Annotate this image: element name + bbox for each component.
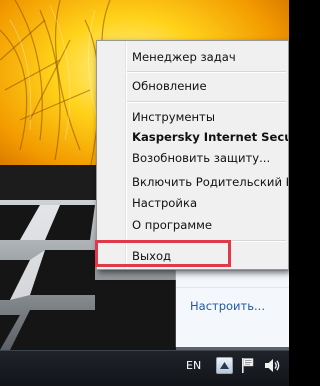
menu-icon-gutter xyxy=(125,41,127,269)
menu-separator xyxy=(127,101,286,103)
menu-separator xyxy=(127,240,286,242)
menu-separator xyxy=(127,71,286,73)
volume-icon[interactable] xyxy=(264,357,281,378)
menu-item-kaspersky-internet-security[interactable]: Kaspersky Internet Security xyxy=(132,127,288,147)
menu-item-tools[interactable]: Инструменты xyxy=(132,107,288,127)
tray-context-menu: Менеджер задач Обновление Инструменты Ka… xyxy=(96,40,289,270)
menu-item-about[interactable]: О программе xyxy=(132,215,288,235)
chevron-up-icon xyxy=(220,362,229,369)
show-hidden-icons-button[interactable] xyxy=(216,357,233,374)
language-indicator[interactable]: EN xyxy=(186,359,201,372)
flyout-divider xyxy=(176,287,289,288)
menu-item-settings[interactable]: Настройка xyxy=(132,193,288,213)
notification-area-flyout: Настроить... xyxy=(176,270,289,347)
menu-item-task-manager[interactable]: Менеджер задач xyxy=(132,47,288,67)
customize-link[interactable]: Настроить... xyxy=(190,299,265,313)
action-center-flag-icon[interactable] xyxy=(241,357,255,378)
taskbar: EN xyxy=(0,350,289,386)
menu-item-update[interactable]: Обновление xyxy=(132,76,288,96)
menu-item-exit[interactable]: Выход xyxy=(132,246,288,266)
menu-item-enable-parental-control[interactable]: Включить Родительский Контроль xyxy=(132,172,288,192)
menu-item-resume-protection[interactable]: Возобновить защиту... xyxy=(132,148,288,168)
